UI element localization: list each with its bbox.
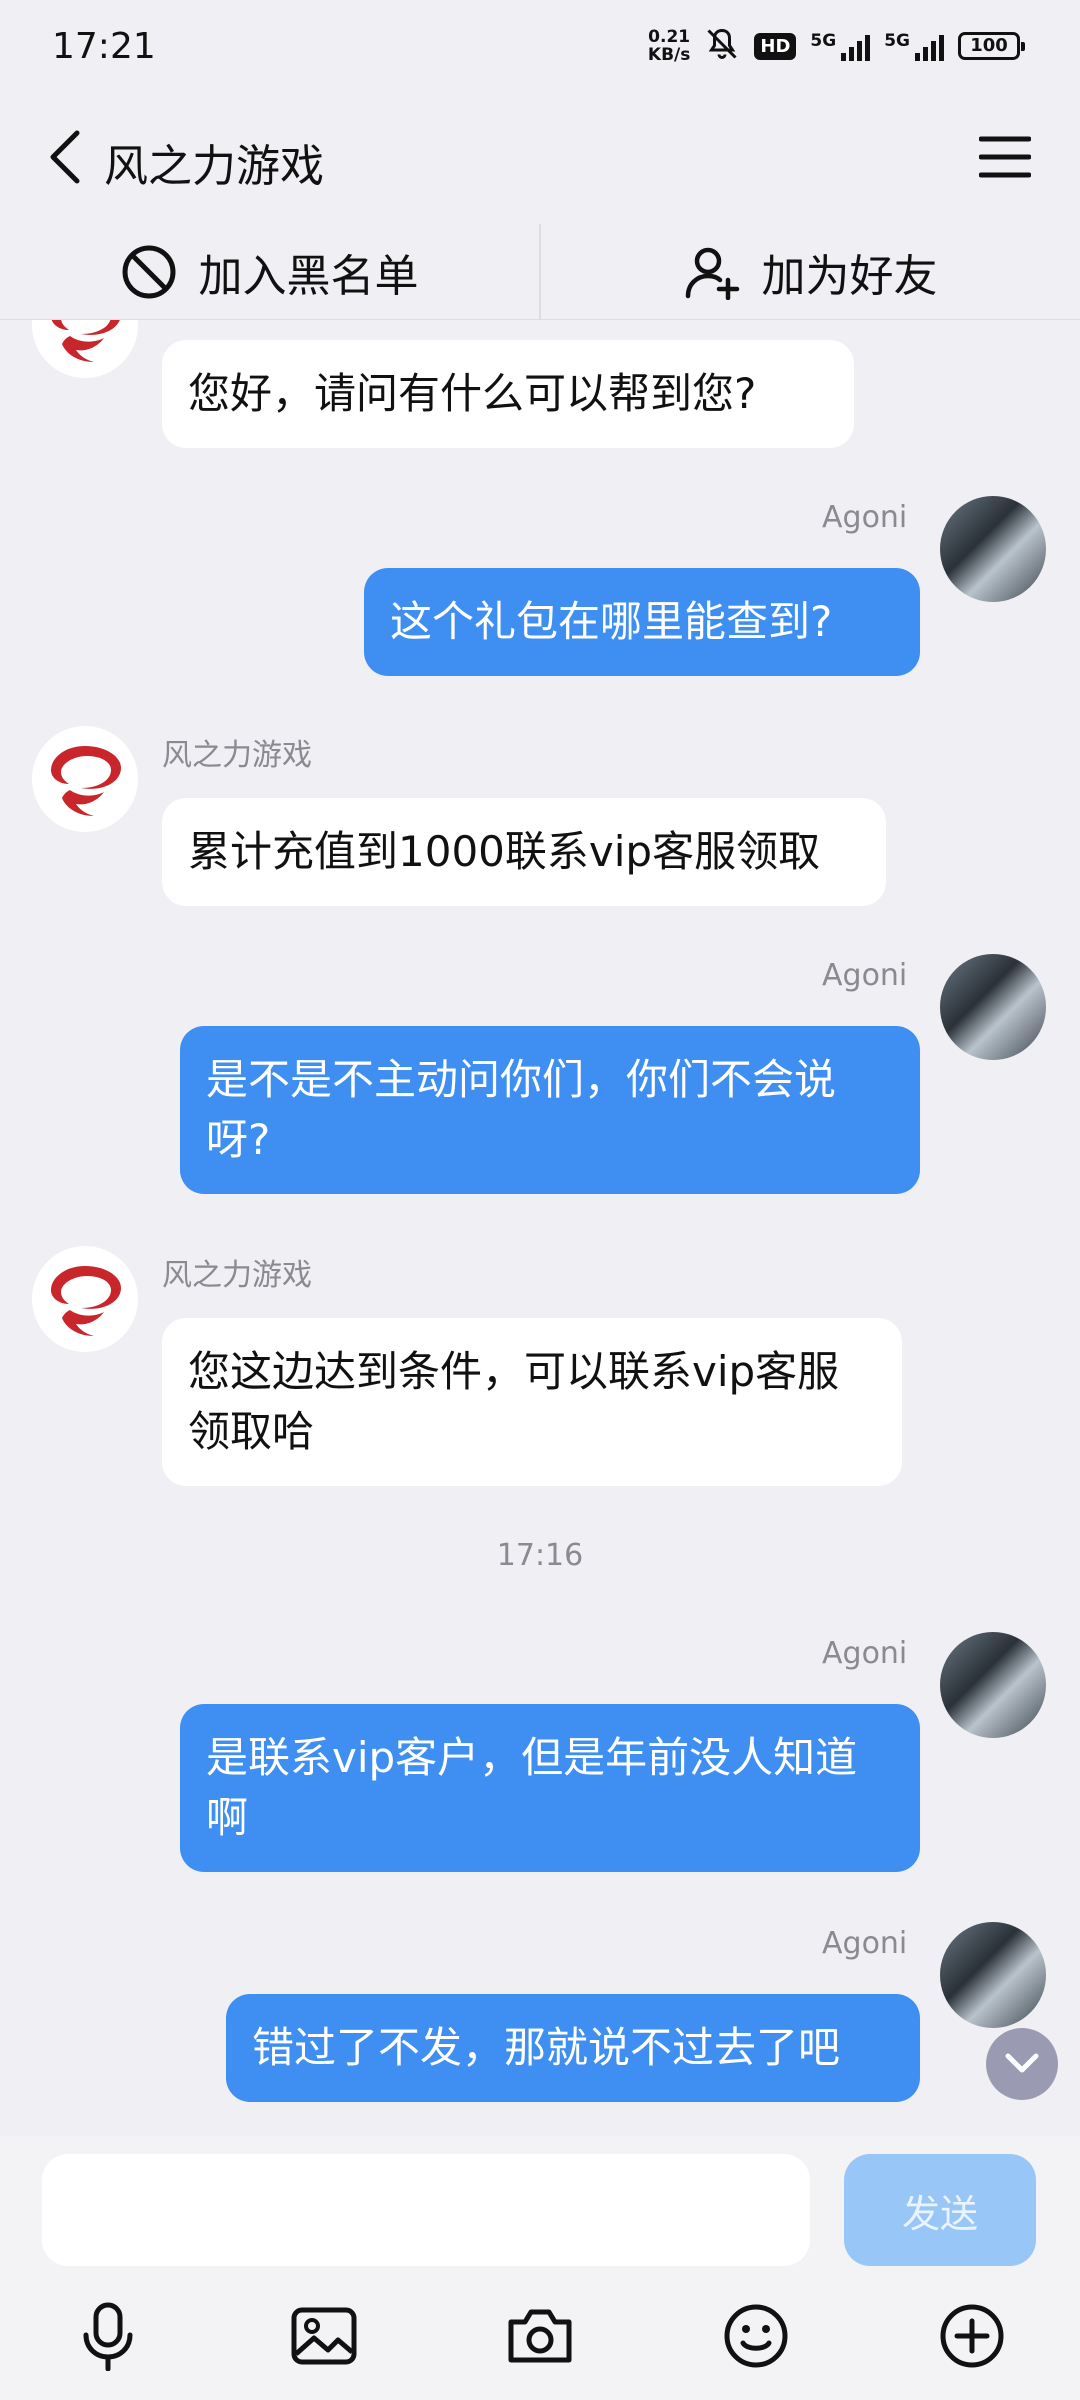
signal-sim1-icon: 5G [810, 31, 871, 61]
scroll-to-bottom-button[interactable] [986, 2028, 1058, 2100]
status-time: 17:21 [52, 26, 156, 67]
message-bubble-outgoing[interactable]: 这个礼包在哪里能查到? [364, 568, 920, 676]
menu-button[interactable] [970, 122, 1040, 192]
add-friend-button[interactable]: 加为好友 [541, 224, 1080, 319]
avatar[interactable] [940, 1922, 1046, 2028]
whirlwind-logo-icon [51, 1266, 121, 1336]
sender-name: 风之力游戏 [162, 738, 312, 773]
voice-button[interactable] [70, 2298, 146, 2374]
blacklist-label: 加入黑名单 [198, 250, 419, 302]
message-bubble-outgoing[interactable]: 是联系vip客户，但是年前没人知道啊 [180, 1704, 920, 1872]
whirlwind-logo-icon [51, 746, 121, 816]
camera-button[interactable] [502, 2298, 578, 2374]
chevron-left-icon [50, 130, 80, 184]
plus-circle-icon [940, 2304, 1004, 2368]
sender-name: Agoni [822, 1926, 908, 1961]
status-indicators: 0.21 KB/s HD 5G 5G 100 [647, 24, 1025, 68]
message-timestamp: 17:16 [496, 1538, 584, 1573]
avatar[interactable] [32, 1246, 138, 1352]
sender-name: Agoni [822, 1636, 908, 1671]
page-title: 风之力游戏 [104, 141, 324, 192]
battery-indicator: 100 [958, 32, 1025, 60]
whirlwind-logo-icon [51, 320, 120, 362]
emoji-button[interactable] [718, 2298, 794, 2374]
image-button[interactable] [286, 2298, 362, 2374]
mute-icon [704, 26, 740, 66]
contact-action-bar: 加入黑名单 加为好友 [0, 224, 1080, 320]
add-friend-label: 加为好友 [761, 250, 938, 302]
chat-header: 风之力游戏 [0, 92, 1080, 224]
message-list[interactable]: 您好，请问有什么可以帮到您? Agoni 这个礼包在哪里能查到? 风之力游戏 累… [0, 320, 1080, 2136]
menu-icon [979, 136, 1031, 178]
add-to-blacklist-button[interactable]: 加入黑名单 [0, 224, 539, 319]
chevron-down-icon [1005, 2053, 1039, 2073]
sender-name: Agoni [822, 500, 908, 535]
message-bubble-outgoing[interactable]: 错过了不发，那就说不过去了吧 [226, 1994, 920, 2102]
message-bubble-incoming[interactable]: 您好，请问有什么可以帮到您? [162, 340, 854, 448]
sender-name: 风之力游戏 [162, 1258, 312, 1293]
avatar[interactable] [940, 496, 1046, 602]
message-input[interactable] [42, 2154, 810, 2266]
image-icon [291, 2307, 357, 2365]
microphone-icon [83, 2302, 133, 2371]
message-bubble-incoming[interactable]: 您这边达到条件，可以联系vip客服领取哈 [162, 1318, 902, 1486]
more-button[interactable] [934, 2298, 1010, 2374]
status-bar: 17:21 0.21 KB/s HD 5G 5G 100 [0, 0, 1080, 92]
signal-sim2-icon: 5G [884, 31, 944, 61]
send-button[interactable]: 发送 [844, 2154, 1036, 2266]
hd-badge: HD [754, 32, 797, 60]
avatar[interactable] [940, 1632, 1046, 1738]
message-bubble-outgoing[interactable]: 是不是不主动问你们，你们不会说呀? [180, 1026, 920, 1194]
avatar[interactable] [940, 954, 1046, 1060]
avatar[interactable] [32, 320, 138, 378]
add-user-icon [685, 247, 739, 300]
avatar[interactable] [32, 726, 138, 832]
emoji-icon [724, 2304, 788, 2368]
back-button[interactable] [30, 122, 100, 192]
composer-toolbar [0, 2288, 1080, 2388]
block-icon [122, 245, 175, 298]
camera-icon [508, 2309, 572, 2363]
message-bubble-incoming[interactable]: 累计充值到1000联系vip客服领取 [162, 798, 886, 906]
net-speed: 0.21 KB/s [647, 27, 691, 65]
composer: 发送 [0, 2136, 1080, 2400]
sender-name: Agoni [822, 958, 908, 993]
